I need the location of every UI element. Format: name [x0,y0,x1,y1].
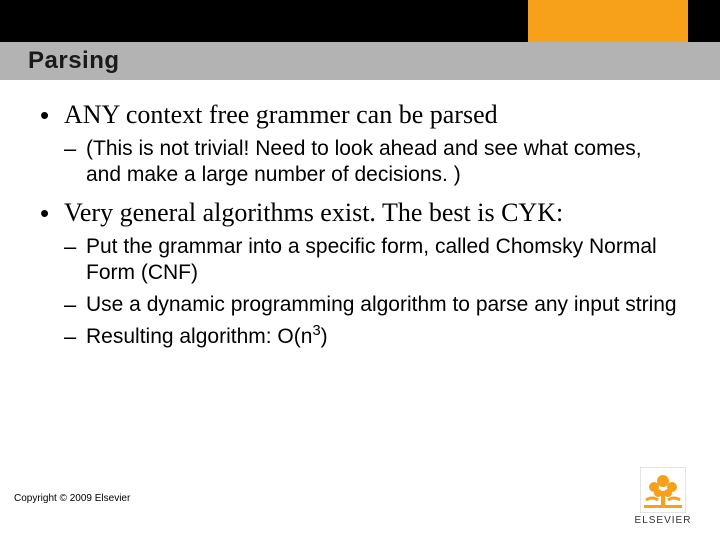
slide-content: ANY context free grammer can be parsed (… [40,100,680,360]
sub-bullet-text: Resulting algorithm: O(n3) [86,324,680,350]
bullet-text: ANY context free grammer can be parsed [64,100,680,130]
sub-bullet-text: Use a dynamic programming algorithm to p… [86,292,680,318]
slide-title: Parsing [0,47,120,75]
elsevier-tree-icon [640,467,686,513]
sub-bullet-sup: 3 [312,323,320,339]
bullet-item: ANY context free grammer can be parsed (… [40,100,680,188]
bullet-text: Very general algorithms exist. The best … [64,198,680,228]
copyright-text: Copyright © 2009 Elsevier [14,493,130,504]
header-orange-accent [528,0,688,42]
sub-bullet-item: Put the grammar into a specific form, ca… [64,234,680,286]
sub-bullet-text-pre: Resulting algorithm: O(n [86,325,312,348]
publisher-name: ELSEVIER [635,515,692,526]
publisher-logo: ELSEVIER [624,467,702,526]
sub-bullet-text-post: ) [321,325,328,348]
sub-bullet-item: Resulting algorithm: O(n3) [64,324,680,350]
bullet-item: Very general algorithms exist. The best … [40,198,680,350]
sub-bullet-item: (This is not trivial! Need to look ahead… [64,136,680,188]
sub-bullet-text: (This is not trivial! Need to look ahead… [86,136,680,188]
title-bar: Parsing [0,42,720,80]
sub-bullet-text: Put the grammar into a specific form, ca… [86,234,680,286]
sub-bullet-item: Use a dynamic programming algorithm to p… [64,292,680,318]
